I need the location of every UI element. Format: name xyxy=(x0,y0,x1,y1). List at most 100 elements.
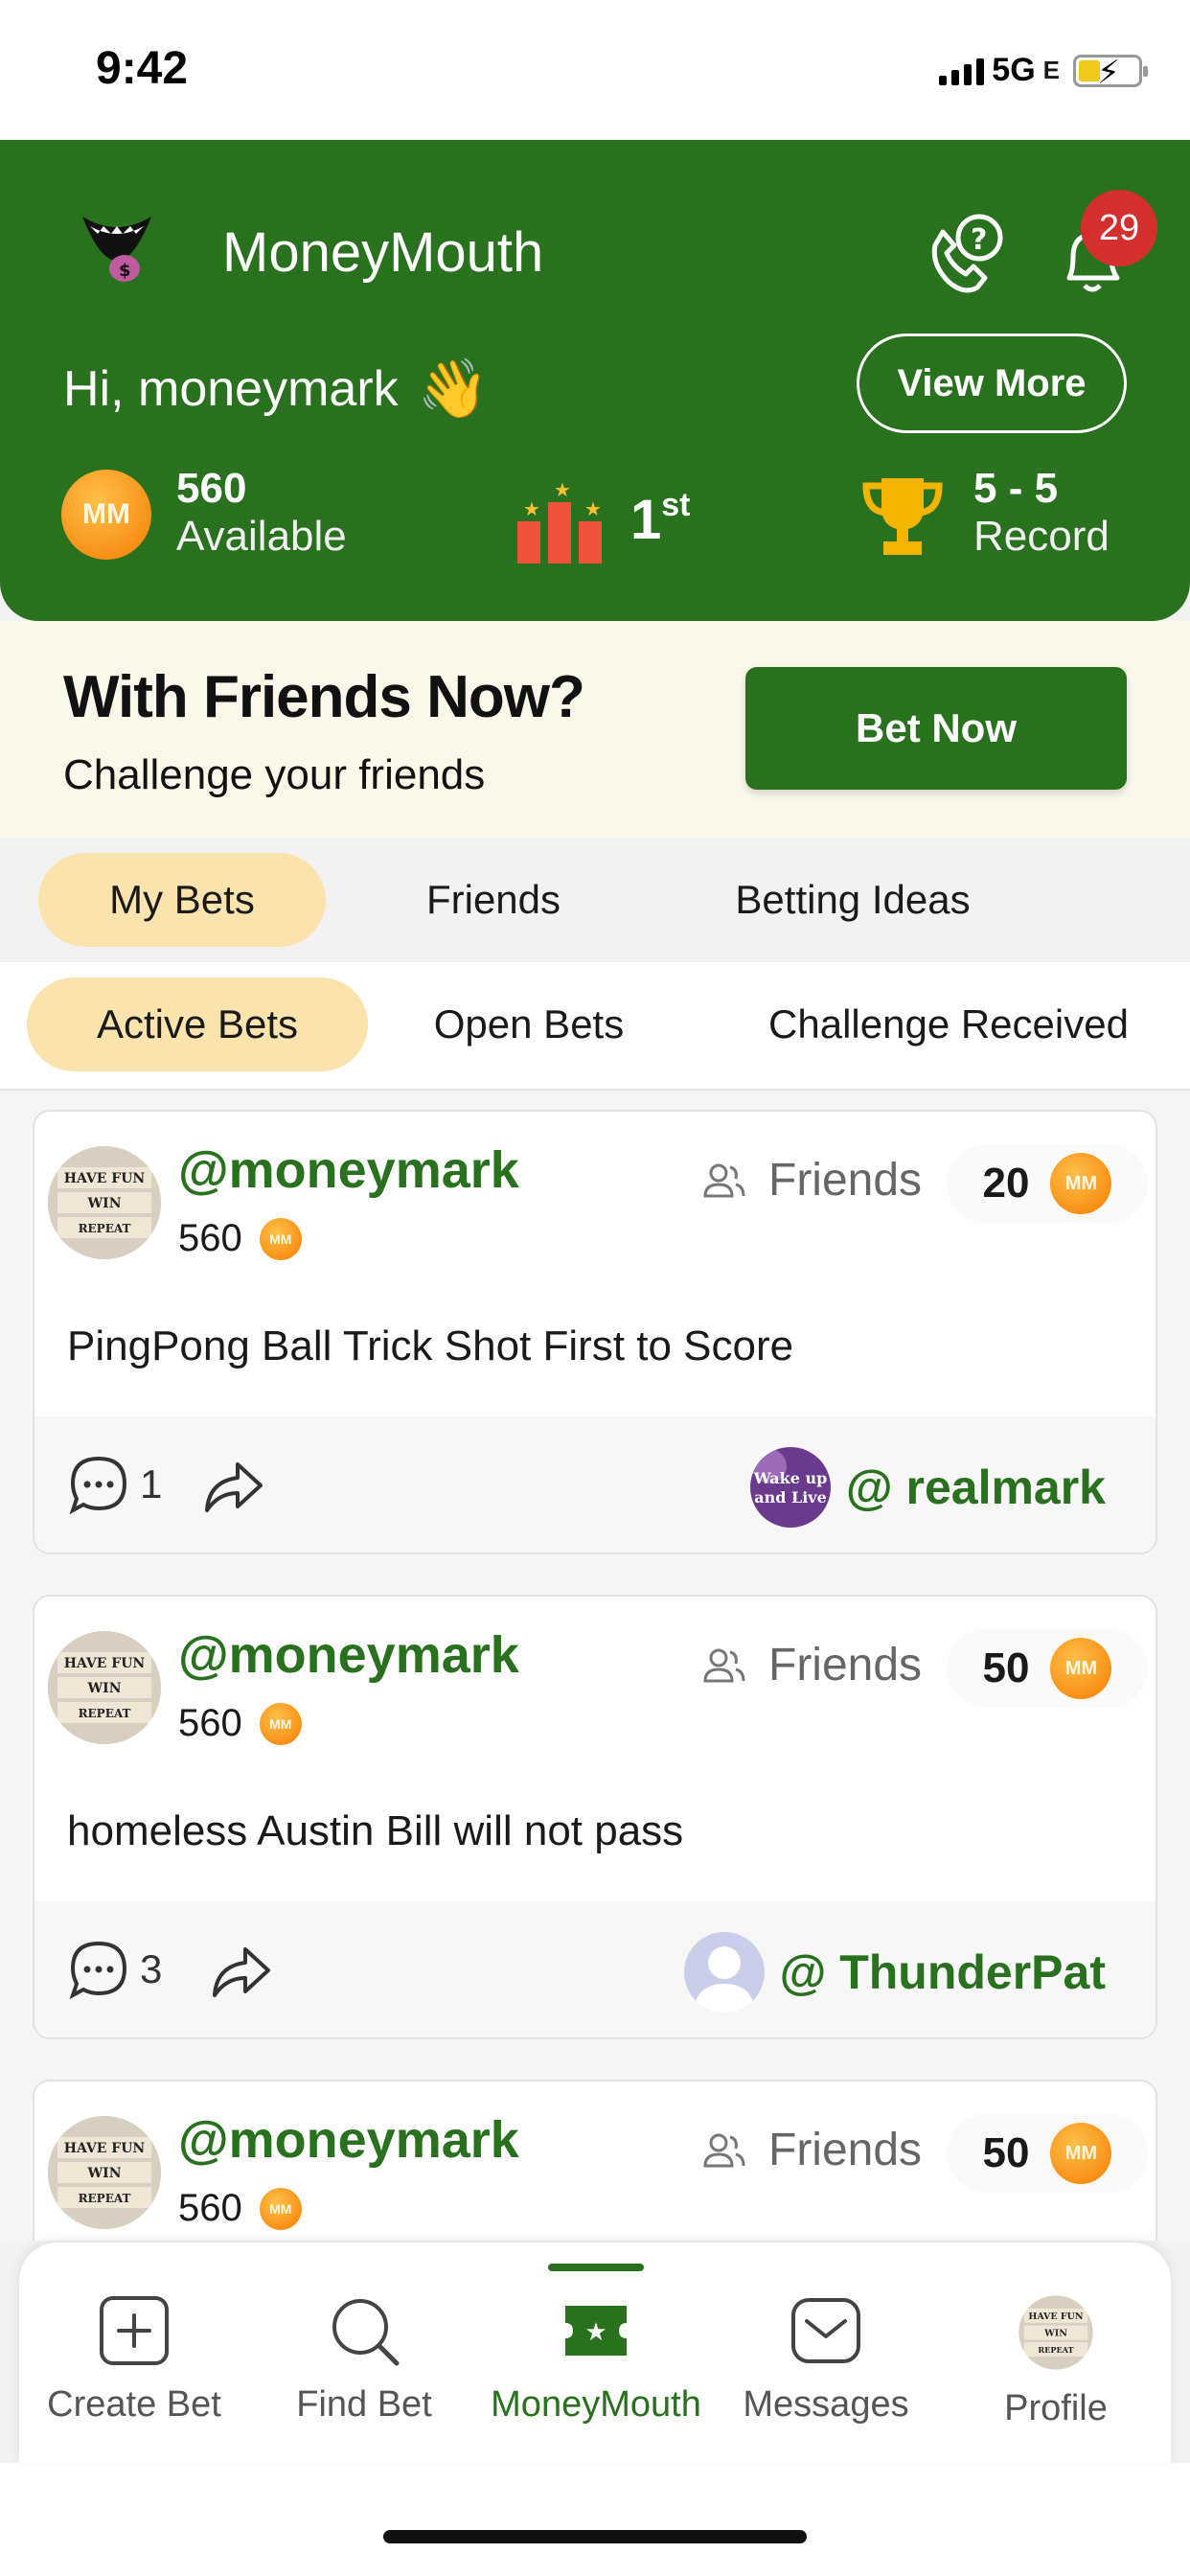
creator-points-value: 560 xyxy=(178,1217,242,1259)
search-icon xyxy=(332,2299,400,2366)
promo-title: With Friends Now? xyxy=(63,664,585,730)
available-label: Available xyxy=(176,513,347,561)
share-icon[interactable] xyxy=(197,1451,266,1520)
coin-icon: MM xyxy=(1050,1153,1112,1214)
have-fun-avatar-image: HAVE FUN WIN REPEAT xyxy=(48,1631,161,1744)
bet-stake: 50 MM xyxy=(947,2114,1148,2193)
profile-avatar: HAVE FUN WIN REPEAT xyxy=(1018,2295,1093,2370)
comments-button[interactable]: 3 xyxy=(67,1938,162,2001)
bet-status-tabs: Active Bets Open Bets Challenge Received xyxy=(0,962,1190,1091)
opponent[interactable]: @ ThunderPat xyxy=(683,1932,1106,2012)
bet-card[interactable]: HAVE FUN WIN REPEAT @moneymark 560 MM Fr… xyxy=(33,1595,1157,2039)
svg-text:★: ★ xyxy=(584,499,602,520)
home-indicator xyxy=(383,2530,807,2543)
record-value: 5 - 5 xyxy=(973,465,1059,512)
bet-creator-username[interactable]: @moneymark xyxy=(178,1140,519,1200)
tab-active-bets[interactable]: Active Bets xyxy=(27,978,368,1071)
message-icon xyxy=(791,2298,860,2363)
svg-text:WIN: WIN xyxy=(1043,2328,1067,2338)
main-tabs: My Bets Friends Betting Ideas xyxy=(0,838,1190,962)
avatar[interactable]: HAVE FUN WIN REPEAT xyxy=(48,1631,161,1744)
audience-text: Friends xyxy=(768,1155,923,1206)
nav-find-bet[interactable]: Find Bet xyxy=(249,2294,479,2426)
opponent-username[interactable]: @ realmark xyxy=(846,1460,1106,1515)
creator-points: 560 MM xyxy=(178,2187,302,2230)
battery-icon: ⚡ xyxy=(1073,54,1148,91)
opponent-username[interactable]: @ ThunderPat xyxy=(780,1944,1106,2000)
tab-friends[interactable]: Friends xyxy=(364,853,623,947)
stake-value: 20 xyxy=(982,1160,1030,1207)
view-more-button[interactable]: View More xyxy=(857,334,1127,433)
bet-description[interactable]: PingPong Ball Trick Shot First to Score xyxy=(67,1322,793,1370)
header: $ MoneyMouth ? 29 Hi, moneymark 👋 View M… xyxy=(0,140,1190,621)
comment-icon xyxy=(69,1456,127,1515)
tab-betting-ideas[interactable]: Betting Ideas xyxy=(690,853,1016,947)
tab-challenge-received[interactable]: Challenge Received xyxy=(728,978,1169,1071)
bottom-safe-area xyxy=(0,2463,1190,2576)
svg-text:and Live: and Live xyxy=(754,1488,827,1506)
svg-text:★: ★ xyxy=(554,480,571,501)
svg-text:WIN: WIN xyxy=(86,1681,121,1696)
notification-badge: 29 xyxy=(1081,190,1157,266)
tab-my-bets[interactable]: My Bets xyxy=(38,853,326,947)
nav-label: Create Bet xyxy=(47,2384,221,2425)
svg-text:WIN: WIN xyxy=(86,1196,121,1211)
opponent-avatar[interactable]: Wake up and Live xyxy=(749,1447,831,1528)
tab-open-bets[interactable]: Open Bets xyxy=(402,978,655,1071)
creator-points-value: 560 xyxy=(178,2187,242,2229)
bets-feed[interactable]: HAVE FUN WIN REPEAT @moneymark 560 MM Fr… xyxy=(0,1091,1190,2241)
bet-description[interactable]: homeless Austin Bill will not pass xyxy=(67,1807,683,1855)
audience-label: Friends xyxy=(701,1639,922,1691)
bet-card-footer: 1 Wake up and Live @ realmark xyxy=(34,1416,1156,1552)
trophy-icon xyxy=(862,477,943,555)
nav-profile[interactable]: HAVE FUN WIN REPEAT Profile xyxy=(941,2294,1171,2429)
avatar[interactable]: HAVE FUN WIN REPEAT xyxy=(48,1146,161,1259)
available-balance: MM 560 Available xyxy=(61,465,347,563)
signal-icon xyxy=(939,57,985,85)
network-label: 5G xyxy=(992,52,1036,88)
coin-icon: MM xyxy=(1050,2123,1112,2184)
opponent-avatar[interactable] xyxy=(683,1932,765,2012)
creator-points-value: 560 xyxy=(178,1702,242,1744)
comment-count: 1 xyxy=(140,1461,163,1506)
challenge-promo-banner: With Friends Now? Challenge your friends… xyxy=(0,621,1190,838)
network-sub-label: E xyxy=(1042,56,1060,84)
rank-value: 1st xyxy=(630,487,691,551)
coin-icon: MM xyxy=(259,1217,302,1260)
svg-text:REPEAT: REPEAT xyxy=(79,1222,131,1235)
nav-messages[interactable]: Messages xyxy=(711,2294,941,2426)
coin-icon: MM xyxy=(1050,1638,1112,1699)
record-label: Record xyxy=(973,513,1110,561)
svg-text:HAVE FUN: HAVE FUN xyxy=(64,1171,146,1186)
bet-stake: 20 MM xyxy=(947,1144,1148,1223)
bet-now-button[interactable]: Bet Now xyxy=(745,667,1127,790)
wake-up-avatar-image: Wake up and Live xyxy=(749,1447,831,1528)
share-icon[interactable] xyxy=(205,1936,274,2005)
default-user-avatar-icon xyxy=(683,1932,765,2012)
bet-creator-username[interactable]: @moneymark xyxy=(178,2110,519,2170)
waving-hand-icon: 👋 xyxy=(417,356,490,421)
status-bar: 9:42 5G E ⚡ xyxy=(0,0,1190,140)
available-value: 560 xyxy=(176,465,247,512)
bet-stake: 50 MM xyxy=(947,1629,1148,1708)
comments-button[interactable]: 1 xyxy=(67,1453,162,1516)
opponent[interactable]: Wake up and Live @ realmark xyxy=(749,1447,1106,1528)
svg-text:HAVE FUN: HAVE FUN xyxy=(64,2141,146,2156)
audience-label: Friends xyxy=(701,2124,922,2176)
svg-text:★: ★ xyxy=(523,499,540,520)
svg-text:HAVE FUN: HAVE FUN xyxy=(1028,2312,1084,2322)
nav-moneymouth[interactable]: ★ MoneyMouth xyxy=(481,2294,711,2426)
friends-icon xyxy=(703,2133,745,2167)
avatar[interactable]: HAVE FUN WIN REPEAT xyxy=(48,2116,161,2229)
svg-text:★: ★ xyxy=(584,2317,606,2346)
phone-help-icon[interactable]: ? xyxy=(918,207,1010,299)
audience-text: Friends xyxy=(768,1640,923,1690)
bet-card[interactable]: HAVE FUN WIN REPEAT @moneymark 560 MM Fr… xyxy=(33,1110,1157,1554)
creator-points: 560 MM xyxy=(178,1702,302,1745)
bet-creator-username[interactable]: @moneymark xyxy=(178,1625,519,1685)
bet-card[interactable]: HAVE FUN WIN REPEAT @moneymark 560 MM Fr… xyxy=(33,2080,1157,2241)
have-fun-avatar-image: HAVE FUN WIN REPEAT xyxy=(48,2116,161,2229)
stake-value: 50 xyxy=(982,2129,1030,2176)
friends-icon xyxy=(703,1648,745,1682)
nav-create-bet[interactable]: Create Bet xyxy=(19,2294,249,2426)
